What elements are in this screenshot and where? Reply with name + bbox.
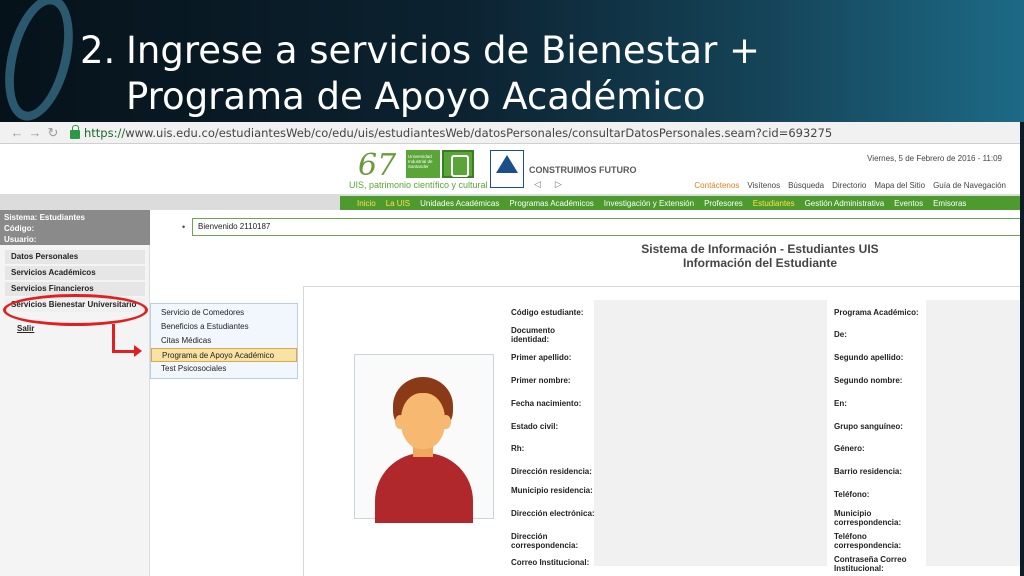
- forward-arrow-icon[interactable]: →: [26, 125, 44, 140]
- system-title-line1: Sistema de Información - Estudiantes UIS: [641, 242, 879, 256]
- date-text: Viernes, 5 de Febrero de 2016 - 11:09: [867, 154, 1002, 163]
- label-contrasena-correo: Contraseña Correo Institucional:: [834, 555, 907, 573]
- user-info: Sistema: Estudiantes Código: Usuario:: [0, 210, 150, 245]
- label-direccion-correspondencia: Dirección correspondencia:: [511, 532, 579, 550]
- system-title-line2: Información del Estudiante: [682, 256, 838, 270]
- label-de: De:: [834, 330, 847, 339]
- menu-investigacion[interactable]: Investigación y Extensión: [604, 199, 694, 208]
- submenu-comedores[interactable]: Servicio de Comedores: [151, 306, 297, 320]
- uis-emblem-icon: [442, 150, 474, 178]
- label-documento: Documento identidad:: [511, 326, 555, 344]
- welcome-banner: Bienvenido 2110187: [192, 218, 1020, 236]
- slide-header: 2. Ingrese a servicios de Bienestar + Pro…: [0, 0, 1024, 128]
- avatar-face: [401, 393, 445, 449]
- menu-estudiantes[interactable]: Estudiantes: [753, 199, 795, 208]
- menu-unidades[interactable]: Unidades Académicas: [420, 199, 499, 208]
- label-grupo-sanguineo: Grupo sanguíneo:: [834, 422, 903, 431]
- top-link-visitenos[interactable]: Visítenos: [747, 181, 780, 190]
- slide-title-line1: Ingrese a servicios de Bienestar +: [126, 29, 761, 72]
- top-link-mapa[interactable]: Mapa del Sitio: [874, 181, 925, 190]
- label-correo-institucional: Correo Institucional:: [511, 558, 590, 567]
- label-direccion-residencia: Dirección residencia:: [511, 467, 592, 476]
- url-text[interactable]: https://www.uis.edu.co/estudiantesWeb/co…: [84, 126, 832, 140]
- label-estado-civil: Estado civil:: [511, 422, 559, 431]
- slide-title: 2. Ingrese a servicios de Bienestar + Pro…: [80, 28, 760, 120]
- back-arrow-icon[interactable]: ←: [8, 125, 26, 140]
- menu-inicio[interactable]: Inicio: [357, 199, 376, 208]
- label-rh: Rh:: [511, 444, 525, 453]
- anniversary-logo: 67: [358, 148, 397, 183]
- menu-eventos[interactable]: Eventos: [894, 199, 923, 208]
- menu-programas[interactable]: Programas Académicos: [509, 199, 593, 208]
- construimos-futuro: CONSTRUIMOS FUTURO: [529, 165, 637, 175]
- site-header: 67 Universidad Industrial de Santander U…: [0, 144, 1020, 194]
- label-primer-apellido: Primer apellido:: [511, 353, 572, 362]
- usuario-label: Usuario:: [4, 235, 37, 244]
- reload-icon[interactable]: ↻: [44, 125, 62, 141]
- system-title: Sistema de Información - Estudiantes UIS…: [600, 242, 920, 270]
- codigo-label: Código:: [4, 224, 35, 233]
- label-municipio-correspondencia: Municipio correspondencia:: [834, 509, 902, 527]
- submenu-beneficios[interactable]: Beneficios a Estudiantes: [151, 320, 297, 334]
- label-telefono-correspondencia: Teléfono correspondencia:: [834, 532, 902, 550]
- label-segundo-apellido: Segundo apellido:: [834, 353, 904, 362]
- menu-la-uis[interactable]: La UIS: [386, 199, 410, 208]
- menu-emisoras[interactable]: Emisoras: [933, 199, 966, 208]
- label-municipio-residencia: Municipio residencia:: [511, 486, 593, 495]
- media-controls[interactable]: ◁▷: [534, 179, 576, 190]
- slide-number: 2.: [80, 29, 116, 72]
- avatar-body: [375, 453, 473, 523]
- url-rest: www.uis.edu.co/estudiantesWeb/co/edu/uis…: [125, 125, 833, 140]
- lock-icon: [70, 124, 80, 139]
- sistema-label: Sistema: Estudiantes: [4, 213, 85, 222]
- highlight-arrow: [112, 324, 115, 352]
- label-fecha-nacimiento: Fecha nacimiento:: [511, 399, 582, 408]
- top-links: Contáctenos Visítenos Búsqueda Directori…: [694, 181, 1006, 190]
- values-column-left: [594, 300, 827, 566]
- top-link-busqueda[interactable]: Búsqueda: [788, 181, 824, 190]
- highlight-ellipse: [3, 294, 148, 326]
- menu-gestion[interactable]: Gestión Administrativa: [805, 199, 885, 208]
- label-programa: Programa Académico:: [834, 308, 919, 317]
- arrow-head-icon: [134, 345, 142, 357]
- top-link-directorio[interactable]: Directorio: [832, 181, 866, 190]
- highlight-arrow-horizontal: [112, 350, 136, 353]
- address-bar[interactable]: ← → ↻ https://www.uis.edu.co/estudiantes…: [0, 122, 1020, 144]
- browser-screenshot: ← → ↻ https://www.uis.edu.co/estudiantes…: [0, 122, 1020, 576]
- top-link-contactenos[interactable]: Contáctenos: [694, 181, 739, 190]
- tagline: UIS, patrimonio científico y cultural: [349, 180, 488, 190]
- label-barrio-residencia: Barrio residencia:: [834, 467, 903, 476]
- label-codigo: Código estudiante:: [511, 308, 584, 317]
- accreditation-logo: [490, 150, 524, 188]
- bienestar-submenu: Servicio de Comedores Beneficios a Estud…: [150, 303, 298, 379]
- uis-logo[interactable]: Universidad Industrial de Santander: [406, 150, 440, 178]
- left-item-servicios-academicos[interactable]: Servicios Académicos: [5, 266, 145, 280]
- decorative-ring: [0, 0, 85, 128]
- label-genero: Género:: [834, 444, 865, 453]
- label-en: En:: [834, 399, 847, 408]
- label-telefono: Teléfono:: [834, 490, 870, 499]
- top-link-guia[interactable]: Guía de Navegación: [933, 181, 1006, 190]
- bullet-icon: •: [182, 222, 186, 232]
- submenu-programa-apoyo[interactable]: Programa de Apoyo Académico: [151, 348, 297, 362]
- label-direccion-electronica: Dirección electrónica:: [511, 509, 595, 518]
- url-scheme: https://: [84, 125, 126, 140]
- submenu-citas-medicas[interactable]: Citas Médicas: [151, 334, 297, 348]
- values-column-right: [926, 300, 1020, 566]
- main-menu: Inicio La UIS Unidades Académicas Progra…: [0, 194, 1020, 210]
- submenu-test-psicosociales[interactable]: Test Psicosociales: [151, 362, 297, 376]
- label-segundo-nombre: Segundo nombre:: [834, 376, 903, 385]
- menu-profesores[interactable]: Profesores: [704, 199, 743, 208]
- left-item-datos-personales[interactable]: Datos Personales: [5, 250, 145, 264]
- student-photo: [354, 354, 494, 523]
- label-primer-nombre: Primer nombre:: [511, 376, 571, 385]
- slide-title-line2: Programa de Apoyo Académico: [126, 75, 706, 118]
